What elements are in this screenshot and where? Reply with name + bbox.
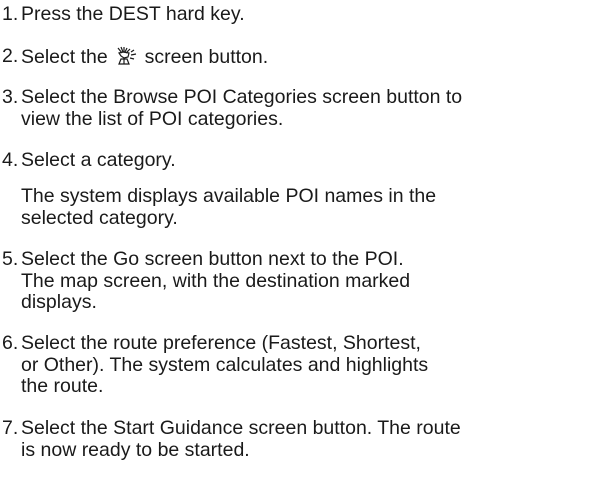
step-text: Select the Start Guidance screen button.…: [21, 417, 591, 461]
step-line: Select the Go screen button next to the …: [21, 248, 404, 270]
step-line-before-icon: Select the: [21, 46, 108, 68]
step-line: is now ready to be started.: [21, 438, 250, 461]
note-line: selected category.: [21, 206, 178, 229]
step-line-after-icon: screen button.: [144, 46, 269, 68]
statue-of-liberty-icon: [115, 46, 137, 66]
step-line: Select the Browse POI Categories screen …: [21, 86, 463, 108]
step-number: 1.: [2, 3, 19, 25]
step-text: Press the DEST hard key.: [21, 3, 591, 26]
step-number: 6.: [2, 332, 19, 354]
step-text: Select the route preference (Fastest, Sh…: [21, 332, 591, 398]
step-line: displays.: [21, 291, 97, 313]
step-line: or Other). The system calculates and hig…: [21, 353, 429, 376]
step-number: 7.: [2, 417, 19, 439]
step-text: Select a category.: [21, 149, 591, 172]
step-text: Select the Go screen button next to the …: [21, 248, 591, 314]
step-line: Select the route preference (Fastest, Sh…: [21, 332, 421, 354]
step-number: 2.: [2, 45, 19, 67]
step-line: the route.: [21, 375, 104, 397]
note-line: The system displays available POI names …: [21, 185, 437, 207]
step-number: 3.: [2, 86, 19, 108]
step-line: Press the DEST hard key.: [21, 3, 245, 25]
step-text: Select the screen button.: [21, 46, 591, 69]
step-4-result-note: The system displays available POI names …: [21, 185, 591, 229]
step-text: Select the Browse POI Categories screen …: [21, 86, 591, 130]
step-line: Select the Start Guidance screen button.…: [21, 417, 461, 439]
step-line: view the list of POI categories.: [21, 107, 284, 130]
step-line: Select a category.: [21, 149, 176, 171]
step-number: 5.: [2, 248, 19, 270]
step-line: The map screen, with the destination mar…: [21, 269, 411, 292]
step-number: 4.: [2, 149, 19, 171]
